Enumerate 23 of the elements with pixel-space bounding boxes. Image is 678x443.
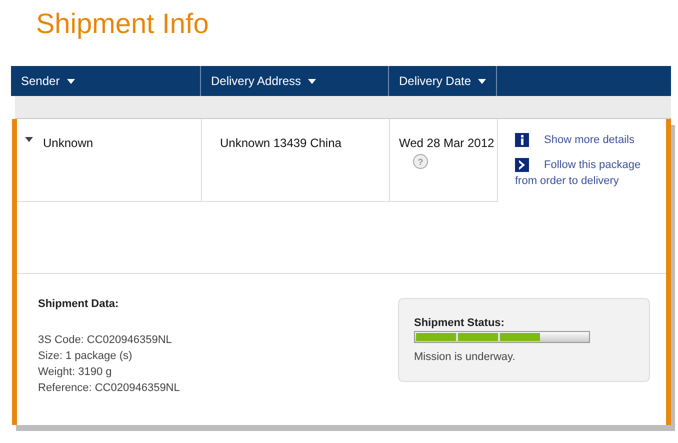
chevron-icon [515,158,529,172]
caret-icon [308,78,316,84]
action-link[interactable]: from order to delivery [515,173,666,189]
action-link[interactable]: Show more details [544,132,634,148]
info-icon [515,133,529,147]
caret-icon [66,78,75,84]
caret-icon [478,78,486,84]
page-title: Shipment Info [35,7,210,41]
date-text: Wed 28 Mar 2012 [399,136,494,150]
column-header[interactable]: Sender [21,74,75,88]
shipment-detail: Reference: CC020946359NL [38,381,180,396]
address-text: Unknown 13439 China [220,136,342,150]
action-link[interactable]: Follow this package [544,157,641,173]
shipment-detail: Weight: 3190 g [38,365,113,380]
status-message: Mission is underway. [414,350,516,365]
sender-text: Unknown [43,136,94,150]
expand-icon[interactable] [25,137,33,143]
shipment-detail: Size: 1 package (s) [38,349,134,364]
section-heading: Shipment Data: [38,298,120,310]
column-header[interactable]: Delivery Address [211,74,316,88]
column-header[interactable]: Delivery Date [399,74,486,88]
status-heading: Shipment Status: [414,317,506,329]
shipment-detail: 3S Code: CC020946359NL [38,333,173,348]
